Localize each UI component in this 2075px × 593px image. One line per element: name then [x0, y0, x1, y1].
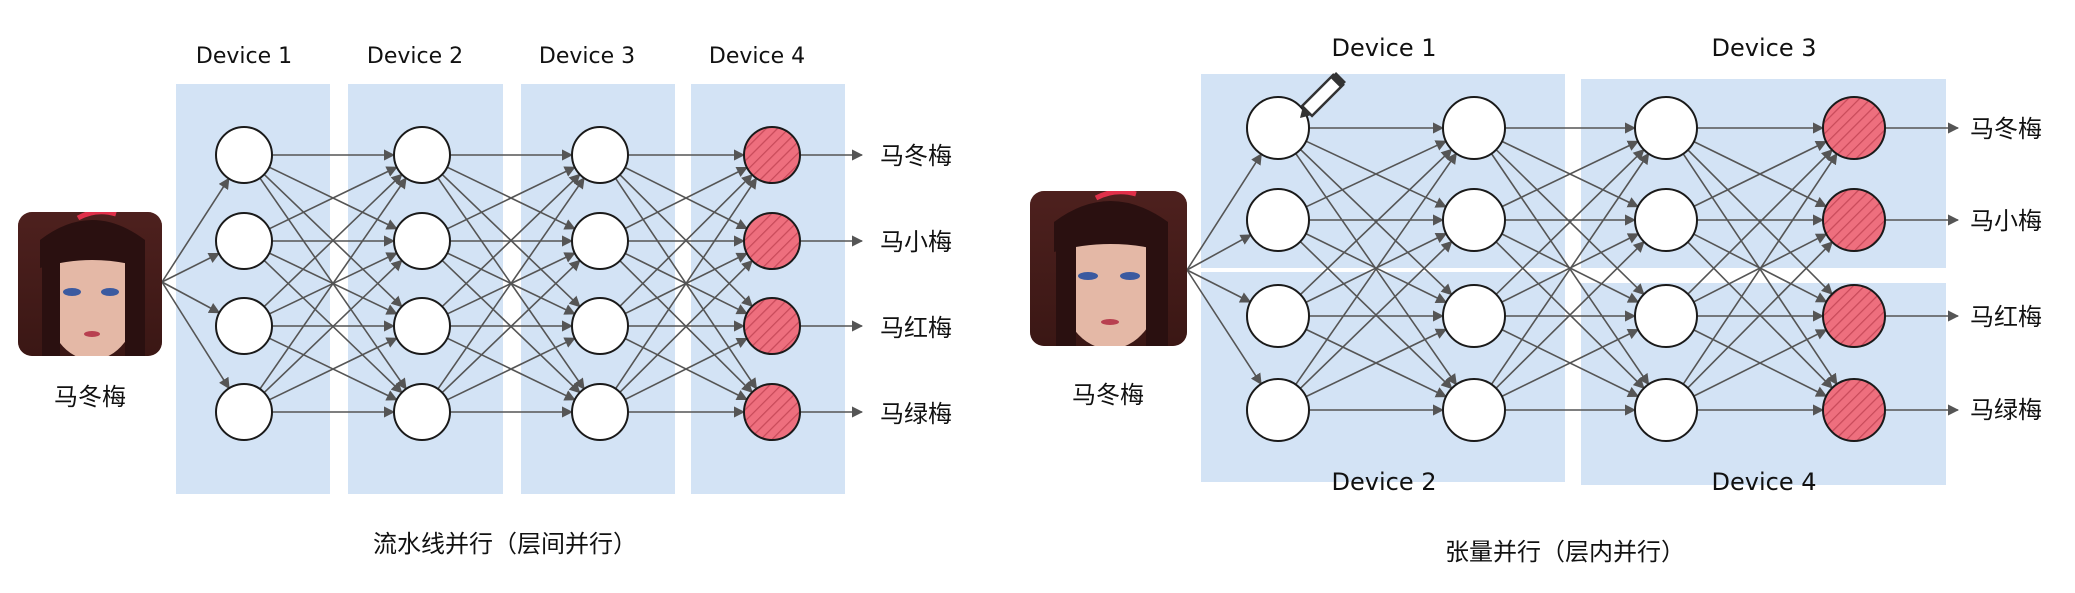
tensor-device-2-label: Device 2: [1332, 468, 1437, 496]
pipeline-neuron-node: [571, 383, 629, 441]
tensor-input-label: 马冬梅: [1072, 381, 1144, 409]
tensor-caption: 张量并行（层内并行）: [1445, 538, 1685, 566]
tensor-neuron-node: [1634, 378, 1698, 442]
tensor-output-node: [1822, 378, 1886, 442]
pipeline-neuron-node: [215, 297, 273, 355]
pipeline-device-3-label: Device 3: [539, 44, 635, 69]
tensor-device-3-label: Device 3: [1712, 34, 1817, 62]
tensor-neuron-node: [1246, 96, 1310, 160]
pipeline-output-node: [743, 212, 801, 270]
pipeline-neuron-node: [571, 297, 629, 355]
tensor-output-node: [1822, 284, 1886, 348]
tensor-output-node: [1822, 96, 1886, 160]
tensor-neuron-node: [1634, 96, 1698, 160]
tensor-neuron-node: [1442, 188, 1506, 252]
tensor-input-photo: [1030, 191, 1187, 346]
tensor-parallel-diagram: Device 1 Device 2 Device 3 Device 4 马冬梅 …: [1030, 34, 2042, 566]
pipeline-output-label-4: 马绿梅: [880, 400, 952, 428]
tensor-neuron-node: [1634, 188, 1698, 252]
pipeline-neuron-node: [393, 297, 451, 355]
pipeline-output-node: [743, 297, 801, 355]
tensor-output-label-1: 马冬梅: [1970, 115, 2042, 143]
tensor-neuron-node: [1246, 284, 1310, 348]
pipeline-caption: 流水线并行（层间并行）: [373, 530, 637, 558]
tensor-device-1-label: Device 1: [1332, 34, 1437, 62]
pipeline-neuron-node: [571, 126, 629, 184]
diagram-canvas: Device 1 Device 2 Device 3 Device 4 马冬梅 …: [0, 0, 2075, 589]
tensor-output-node: [1822, 188, 1886, 252]
pipeline-input-photo: [18, 212, 162, 356]
pipeline-output-node: [743, 126, 801, 184]
pipeline-output-label-2: 马小梅: [880, 228, 952, 256]
pipeline-input-label: 马冬梅: [54, 383, 126, 411]
tensor-neuron-node: [1442, 96, 1506, 160]
tensor-neuron-node: [1634, 284, 1698, 348]
pipeline-device-1-label: Device 1: [196, 44, 292, 69]
pipeline-neuron-node: [393, 212, 451, 270]
tensor-output-label-4: 马绿梅: [1970, 396, 2042, 424]
pipeline-neuron-node: [215, 383, 273, 441]
pipeline-output-node: [743, 383, 801, 441]
pipeline-neuron-node: [393, 383, 451, 441]
tensor-neuron-node: [1246, 188, 1310, 252]
tensor-output-label-2: 马小梅: [1970, 207, 2042, 235]
tensor-neuron-node: [1246, 378, 1310, 442]
pipeline-device-4-label: Device 4: [709, 44, 805, 69]
tensor-device-4-label: Device 4: [1712, 468, 1817, 496]
pipeline-output-label-1: 马冬梅: [880, 142, 952, 170]
pipeline-neuron-node: [571, 212, 629, 270]
pipeline-neuron-node: [393, 126, 451, 184]
tensor-output-label-3: 马红梅: [1970, 303, 2042, 331]
pipeline-neuron-node: [215, 212, 273, 270]
pipeline-device-2-label: Device 2: [367, 44, 463, 69]
pipeline-output-label-3: 马红梅: [880, 314, 952, 342]
tensor-neuron-node: [1442, 378, 1506, 442]
tensor-neuron-node: [1442, 284, 1506, 348]
pipeline-parallel-diagram: Device 1 Device 2 Device 3 Device 4 马冬梅 …: [18, 44, 952, 558]
pipeline-neuron-node: [215, 126, 273, 184]
